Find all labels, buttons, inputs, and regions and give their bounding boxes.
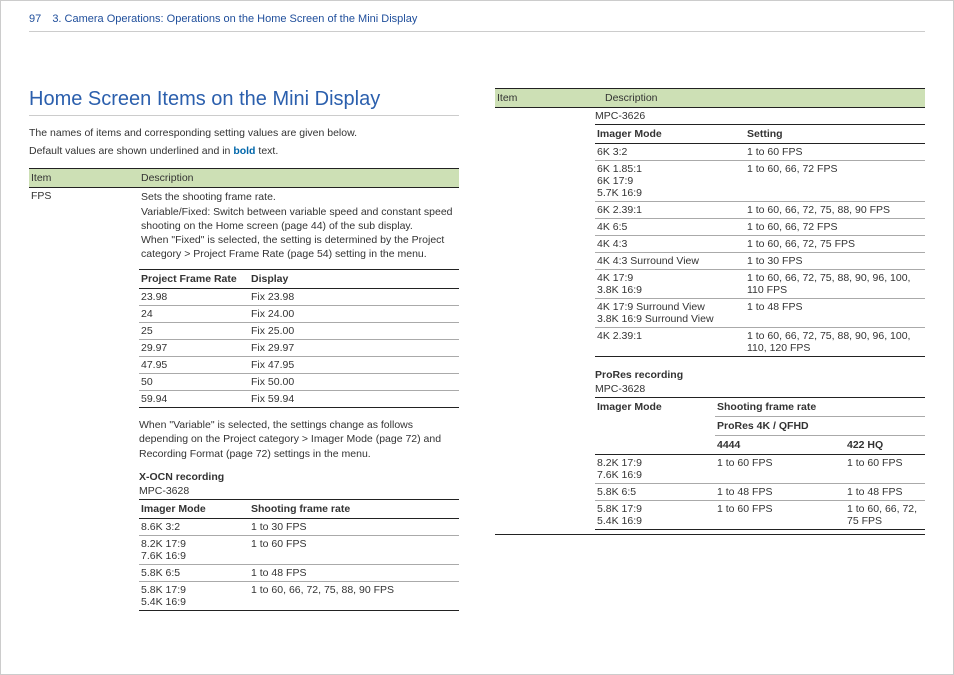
variable-note: When "Variable" is selected, the setting… [139,418,459,461]
xocn-table: Imager ModeShooting frame rate 8.6K 3:21… [139,499,459,611]
intro-line2: Default values are shown underlined and … [29,144,459,158]
breadcrumb-text: 3. Camera Operations: Operations on the … [52,13,417,25]
frame-rate-table: Project Frame RateDisplay 23.98Fix 23.98… [139,269,459,408]
fps-label: FPS [29,188,139,263]
xocn-model: MPC-3628 [139,485,459,497]
mpc3626-model: MPC-3626 [595,110,925,122]
mpc3626-table: Imager ModeSetting 6K 3:21 to 60 FPS 6K … [595,124,925,357]
breadcrumb: 97 3. Camera Operations: Operations on t… [29,13,925,32]
left-column: Home Screen Items on the Mini Display Th… [29,88,459,611]
page-number: 97 [29,13,41,25]
right-item-desc-table: ItemDescription [495,88,925,108]
prores-model: MPC-3628 [595,383,925,395]
prores-table: Imager Mode Shooting frame rate ProRes 4… [595,397,925,530]
section-title: Home Screen Items on the Mini Display [29,88,459,116]
intro-line1: The names of items and corresponding set… [29,126,459,140]
item-desc-table: ItemDescription FPS Sets the shooting fr… [29,168,459,263]
right-column: ItemDescription MPC-3626 Imager ModeSett… [495,88,925,611]
xocn-title: X-OCN recording [139,471,459,483]
prores-title: ProRes recording [595,369,925,381]
page: 97 3. Camera Operations: Operations on t… [0,0,954,675]
